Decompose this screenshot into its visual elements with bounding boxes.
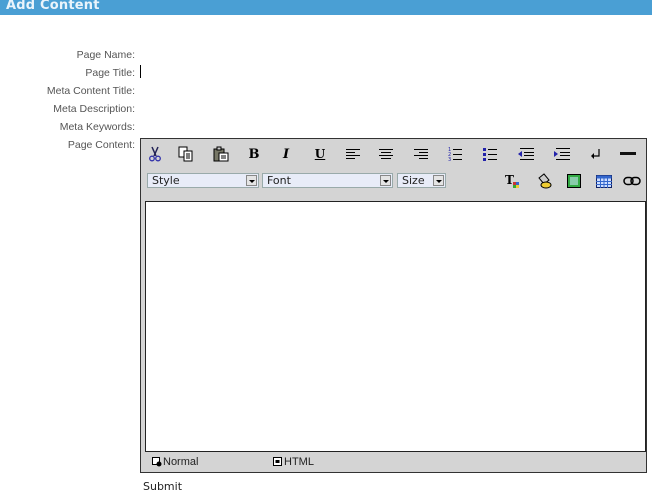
page-content-label: Page Content: bbox=[67, 139, 135, 151]
style-select-label: Style bbox=[152, 174, 180, 187]
indent-button[interactable] bbox=[552, 144, 572, 164]
page-header: Add Content bbox=[0, 0, 652, 15]
normal-mode-label: Normal bbox=[163, 456, 199, 468]
svg-text:T: T bbox=[505, 173, 514, 187]
meta-content-title-input[interactable] bbox=[139, 83, 439, 97]
underline-icon: U bbox=[314, 147, 326, 161]
align-center-button[interactable] bbox=[376, 144, 396, 164]
unordered-list-icon bbox=[483, 148, 497, 161]
meta-description-input[interactable] bbox=[139, 101, 439, 115]
outdent-icon bbox=[518, 148, 534, 160]
svg-text:3: 3 bbox=[448, 157, 451, 161]
chevron-down-icon bbox=[246, 175, 257, 186]
outdent-button[interactable] bbox=[516, 144, 536, 164]
rich-text-editor: B I U 123 Style Font Size T Normal HTML bbox=[140, 138, 647, 473]
html-mode-label: HTML bbox=[284, 456, 314, 468]
paste-button[interactable] bbox=[211, 144, 231, 164]
line-break-button[interactable] bbox=[586, 144, 606, 164]
paste-icon bbox=[213, 146, 229, 162]
insert-link-icon bbox=[623, 176, 641, 186]
text-color-icon: T bbox=[505, 173, 519, 188]
chevron-down-icon bbox=[380, 175, 391, 186]
align-left-button[interactable] bbox=[343, 144, 363, 164]
ordered-list-button[interactable]: 123 bbox=[445, 144, 465, 164]
normal-mode-tab[interactable]: Normal bbox=[152, 456, 198, 468]
meta-keywords-label: Meta Keywords: bbox=[59, 121, 135, 133]
text-color-button[interactable]: T bbox=[503, 171, 523, 191]
text-caret bbox=[140, 65, 141, 78]
meta-description-label: Meta Description: bbox=[53, 103, 135, 115]
insert-image-button[interactable] bbox=[564, 171, 584, 191]
align-right-icon bbox=[414, 149, 428, 159]
bold-icon: B bbox=[248, 146, 260, 162]
meta-content-title-label: Meta Content Title: bbox=[46, 85, 135, 97]
insert-image-icon bbox=[567, 174, 581, 188]
meta-keywords-input[interactable] bbox=[139, 119, 439, 133]
italic-button[interactable]: I bbox=[276, 144, 296, 164]
html-mode-tab[interactable]: HTML bbox=[273, 456, 314, 468]
style-select[interactable]: Style bbox=[147, 173, 259, 188]
insert-link-button[interactable] bbox=[622, 171, 642, 191]
font-select[interactable]: Font bbox=[262, 173, 393, 188]
page-title-input[interactable] bbox=[139, 65, 439, 79]
editor-content-area[interactable] bbox=[145, 201, 646, 452]
insert-table-icon bbox=[596, 174, 612, 188]
page-name-input[interactable] bbox=[139, 47, 439, 61]
page-name-label: Page Name: bbox=[76, 49, 135, 61]
underline-button[interactable]: U bbox=[310, 144, 330, 164]
unordered-list-button[interactable] bbox=[480, 144, 500, 164]
size-select-label: Size bbox=[402, 174, 425, 187]
size-select[interactable]: Size bbox=[397, 173, 446, 188]
background-color-icon bbox=[538, 173, 552, 189]
indent-icon bbox=[554, 148, 570, 160]
submit-button[interactable]: Submit bbox=[143, 480, 182, 493]
cut-button[interactable] bbox=[145, 144, 165, 164]
bold-button[interactable]: B bbox=[244, 144, 264, 164]
chevron-down-icon bbox=[433, 175, 444, 186]
align-right-button[interactable] bbox=[411, 144, 431, 164]
html-mode-icon bbox=[273, 457, 282, 466]
meta-keywords-row: Meta Keywords: bbox=[0, 119, 659, 139]
horizontal-rule-button[interactable] bbox=[618, 144, 638, 164]
cut-icon bbox=[149, 146, 161, 162]
page-title: Add Content bbox=[6, 0, 100, 13]
page-title-label: Page Title: bbox=[85, 67, 135, 79]
line-break-icon bbox=[591, 149, 600, 159]
ordered-list-icon: 123 bbox=[448, 147, 462, 161]
normal-mode-icon bbox=[152, 457, 162, 467]
insert-table-button[interactable] bbox=[594, 171, 614, 191]
align-left-icon bbox=[346, 149, 360, 159]
copy-icon bbox=[178, 146, 193, 162]
copy-button[interactable] bbox=[176, 144, 196, 164]
italic-icon: I bbox=[282, 146, 290, 162]
font-select-label: Font bbox=[267, 174, 291, 187]
background-color-button[interactable] bbox=[534, 171, 554, 191]
align-center-icon bbox=[379, 149, 393, 159]
horizontal-rule-icon bbox=[620, 152, 636, 155]
